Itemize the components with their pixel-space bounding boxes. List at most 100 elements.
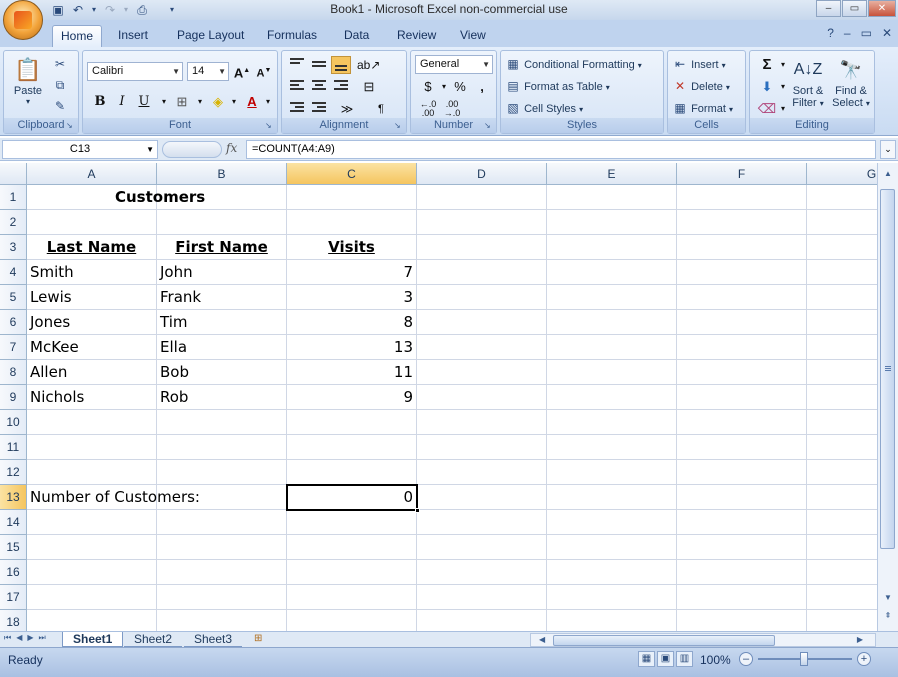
grid-cell[interactable] xyxy=(547,360,677,385)
grid-cell[interactable] xyxy=(807,510,877,535)
grid-cell[interactable] xyxy=(417,310,547,335)
grid-cell[interactable] xyxy=(677,260,807,285)
grid-cell[interactable] xyxy=(157,210,287,235)
row-header-5[interactable]: 5 xyxy=(0,285,27,310)
grid-cell[interactable] xyxy=(677,610,807,631)
grid-cell[interactable] xyxy=(27,435,157,460)
grid-cell[interactable] xyxy=(417,485,547,510)
vertical-scroll-thumb[interactable] xyxy=(880,189,895,549)
grid-cell[interactable] xyxy=(677,435,807,460)
summary-label-cell[interactable]: Number of Customers: xyxy=(27,485,277,510)
cell-a6[interactable]: Jones xyxy=(27,310,157,335)
sheet-tab-sheet1[interactable]: Sheet1 xyxy=(62,632,123,647)
font-name-select[interactable]: Calibri▼ xyxy=(87,62,183,81)
workbook-restore-icon[interactable]: ▭ xyxy=(861,26,872,40)
grid-cell[interactable] xyxy=(287,410,417,435)
cell-c9[interactable]: 9 xyxy=(287,385,417,410)
grid-cell[interactable] xyxy=(27,510,157,535)
grid-cell[interactable] xyxy=(807,285,877,310)
grid-cell[interactable] xyxy=(807,260,877,285)
grid-cell[interactable] xyxy=(807,585,877,610)
cell-c13[interactable]: 0 xyxy=(287,485,417,510)
align-right-icon[interactable] xyxy=(331,78,351,96)
align-center-icon[interactable] xyxy=(309,78,329,96)
comma-button[interactable]: , xyxy=(471,77,493,97)
decrease-decimal-icon[interactable]: .00→.0 xyxy=(441,99,463,119)
grid-cell[interactable] xyxy=(547,285,677,310)
text-direction-icon[interactable]: ≫ xyxy=(336,99,358,119)
sheet-title-cell[interactable]: Customers xyxy=(112,185,232,210)
insert-function-icon[interactable]: fx xyxy=(226,141,237,155)
tab-data[interactable]: Data xyxy=(336,25,377,47)
scroll-right-icon[interactable]: ▶ xyxy=(857,634,863,646)
tab-formulas[interactable]: Formulas xyxy=(259,25,325,47)
grid-cell[interactable] xyxy=(157,585,287,610)
cell-c8[interactable]: 11 xyxy=(287,360,417,385)
name-box[interactable]: C13▼ xyxy=(2,140,158,159)
tab-page-layout[interactable]: Page Layout xyxy=(169,25,252,47)
office-button[interactable] xyxy=(3,0,43,40)
scroll-down-icon[interactable]: ▼ xyxy=(881,591,895,605)
orientation-icon[interactable]: ab↗ xyxy=(357,55,379,75)
prev-sheet-icon[interactable]: ◀ xyxy=(16,633,22,643)
cell-a4[interactable]: Smith xyxy=(27,260,157,285)
grid-cell[interactable] xyxy=(417,535,547,560)
grid-cell[interactable] xyxy=(677,360,807,385)
column-header-g[interactable]: G xyxy=(807,163,877,185)
grid-cell[interactable] xyxy=(677,210,807,235)
cell-b7[interactable]: Ella xyxy=(157,335,287,360)
vertical-scrollbar[interactable]: ▲ ▼ ⇞ xyxy=(877,163,898,631)
row-header-10[interactable]: 10 xyxy=(0,410,27,435)
copy-button[interactable]: ⧉ xyxy=(52,76,68,94)
row-header-1[interactable]: 1 xyxy=(0,185,27,210)
cell-a5[interactable]: Lewis xyxy=(27,285,157,310)
grid-cell[interactable] xyxy=(27,535,157,560)
row-header-11[interactable]: 11 xyxy=(0,435,27,460)
grid-cell[interactable] xyxy=(677,460,807,485)
prev-page-icon[interactable]: ⇞ xyxy=(881,609,895,623)
header-visits[interactable]: Visits xyxy=(287,235,417,260)
next-sheet-icon[interactable]: ▶ xyxy=(27,633,33,643)
merge-center-icon[interactable]: ⊟ xyxy=(358,77,380,97)
sheet-tab-sheet2[interactable]: Sheet2 xyxy=(124,632,182,647)
grid-cell[interactable] xyxy=(677,335,807,360)
align-bottom-icon[interactable] xyxy=(331,56,351,74)
row-header-13[interactable]: 13 xyxy=(0,485,27,510)
increase-decimal-icon[interactable]: ←.0.00 xyxy=(417,99,439,119)
number-format-select[interactable]: General▼ xyxy=(415,55,493,74)
workbook-close-icon[interactable]: ✕ xyxy=(882,26,892,40)
grid-cell[interactable] xyxy=(807,335,877,360)
zoom-slider-thumb[interactable] xyxy=(800,652,808,666)
horizontal-scrollbar[interactable]: ◀ ▶ xyxy=(530,633,876,647)
row-header-7[interactable]: 7 xyxy=(0,335,27,360)
grid-cell[interactable] xyxy=(677,410,807,435)
grid-cell[interactable] xyxy=(547,610,677,631)
insert-sheet-icon[interactable]: ⊞ xyxy=(254,633,272,646)
grid-cell[interactable] xyxy=(417,510,547,535)
grid-cell[interactable] xyxy=(157,510,287,535)
cell-b9[interactable]: Rob xyxy=(157,385,287,410)
shrink-font-icon[interactable]: A▼ xyxy=(253,61,275,81)
grid-cell[interactable] xyxy=(417,460,547,485)
grid-cell[interactable] xyxy=(287,610,417,631)
bold-button[interactable]: B xyxy=(89,92,111,112)
grid-cell[interactable] xyxy=(547,485,677,510)
underline-button[interactable]: U xyxy=(133,92,155,112)
cell-b4[interactable]: John xyxy=(157,260,287,285)
clipboard-launcher-icon[interactable]: ↘ xyxy=(66,121,76,131)
grid-cell[interactable] xyxy=(417,260,547,285)
cell-c7[interactable]: 13 xyxy=(287,335,417,360)
grid-cell[interactable] xyxy=(807,235,877,260)
grid-cell[interactable] xyxy=(547,585,677,610)
maximize-icon[interactable]: ▭ xyxy=(842,0,867,17)
grid-cell[interactable] xyxy=(417,360,547,385)
tab-view[interactable]: View xyxy=(452,25,494,47)
format-painter-button[interactable]: ✎ xyxy=(52,97,68,115)
cell-b5[interactable]: Frank xyxy=(157,285,287,310)
cut-button[interactable]: ✂ xyxy=(52,55,68,73)
zoom-out-icon[interactable]: – xyxy=(739,652,753,666)
grid-cell[interactable] xyxy=(677,510,807,535)
grid-cell[interactable] xyxy=(807,560,877,585)
cell-b6[interactable]: Tim xyxy=(157,310,287,335)
row-header-2[interactable]: 2 xyxy=(0,210,27,235)
